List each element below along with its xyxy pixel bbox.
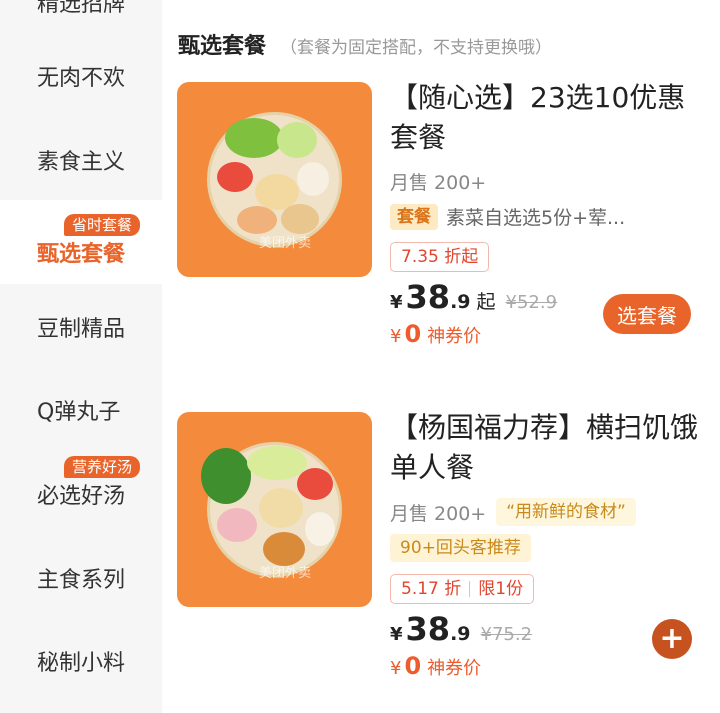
section-title: 甄选套餐 [178,34,267,59]
sidebar-item-label: 主食系列 [37,568,126,593]
original-price: ¥52.9 [505,292,558,313]
sidebar-item-label: 必选好汤 [37,484,126,509]
watermark: 美团外卖 [259,566,312,581]
watermark: 美团外卖 [259,236,312,251]
discount-tag: 7.35 折起 [390,242,490,272]
meal-desc: 素菜自选选5份+荤... [446,207,626,229]
sidebar-item-vegetarian[interactable]: 素食主义 [0,118,162,202]
category-sidebar: 精选招牌 无肉不欢 素食主义 省时套餐 甄选套餐 豆制精品 Q弹丸子 营养好汤 … [0,0,162,713]
product-title: 【随心选】23选10优惠套餐 [390,81,686,154]
choose-set-button[interactable]: 选套餐 [603,294,691,334]
section-header: 甄选套餐 （套餐为固定搭配，不支持更换哦） [178,28,552,60]
monthly-sales: 月售 200+ [390,172,487,194]
discount-tag: 5.17 折 限1份 [390,574,535,604]
monthly-sales: 月售 200+ “用新鲜的食材” [390,498,705,526]
sidebar-item-meat[interactable]: 无肉不欢 [0,34,162,118]
meal-description: 套餐 素菜自选选5份+荤... [390,203,705,230]
category-badge: 省时套餐 [64,214,141,236]
repeat-customer-tag: 90+回头客推荐 [390,534,531,562]
sidebar-item-soups[interactable]: 营养好汤 必选好汤 [0,442,162,526]
sidebar-item-sauces[interactable]: 秘制小料 [0,619,162,703]
review-quote-tag: “用新鲜的食材” [496,498,636,526]
category-badge: 营养好汤 [64,456,141,478]
sidebar-item-set-meals[interactable]: 省时套餐 甄选套餐 [0,200,162,284]
product-title: 【杨国福力荐】横扫饥饿单人餐 [390,411,699,484]
sidebar-item-meatballs[interactable]: Q弹丸子 [0,368,162,452]
sidebar-item-tofu[interactable]: 豆制精品 [0,285,162,369]
sidebar-item-label: Q弹丸子 [37,400,121,425]
section-note: （套餐为固定搭配，不支持更换哦） [280,38,553,58]
sidebar-item-signature[interactable]: 精选招牌 [0,0,162,22]
product-image[interactable]: 美团外卖 [177,412,372,607]
sidebar-item-label: 素食主义 [37,150,126,175]
plus-icon[interactable]: + [652,619,692,659]
product-image[interactable]: 美团外卖 [177,82,372,277]
product-list: 甄选套餐 （套餐为固定搭配，不支持更换哦） 美团外卖 【随心选】23选10优惠套… [162,0,720,713]
coupon-price: ¥ 0 神券价 [390,652,482,680]
meal-badge: 套餐 [390,203,438,230]
sidebar-item-label: 无肉不欢 [37,66,126,91]
sidebar-item-label: 豆制精品 [37,317,126,342]
sidebar-item-staples[interactable]: 主食系列 [0,536,162,620]
sidebar-item-label: 精选招牌 [37,0,126,17]
original-price: ¥75.2 [480,624,533,645]
sidebar-item-label: 秘制小料 [37,651,126,676]
sidebar-item-label: 甄选套餐 [37,242,126,267]
purchase-limit: 限1份 [478,579,524,599]
